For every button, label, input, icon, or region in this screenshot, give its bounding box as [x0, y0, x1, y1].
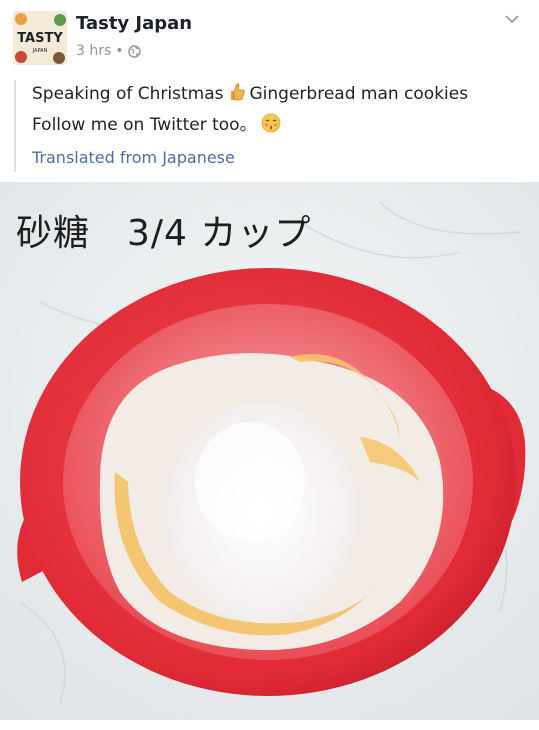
logo-text: TASTY — [17, 31, 63, 46]
message-text-1a: Speaking of Christmas — [32, 84, 224, 104]
message-line-1: Speaking of Christmas Gingerbread man coo… — [32, 80, 524, 111]
message-text-2: Follow me on Twitter too。 — [32, 115, 257, 135]
page-avatar[interactable]: TASTY JAPAN — [13, 11, 67, 65]
tasty-logo: TASTY JAPAN — [13, 11, 67, 65]
post-meta: 3 hrs • — [76, 43, 141, 59]
thumbs-up-emoji-icon — [228, 82, 246, 111]
logo-subtext: JAPAN — [32, 48, 48, 54]
post-header: TASTY JAPAN Tasty Japan 3 hrs • — [0, 0, 539, 80]
translated-from-link[interactable]: Translated from Japanese — [32, 148, 524, 167]
post-time[interactable]: 3 hrs — [76, 43, 111, 59]
photo-caption: 砂糖 3/4 カップ — [16, 213, 312, 254]
globe-icon — [127, 44, 141, 58]
message-text-1b: Gingerbread man cookies — [249, 84, 469, 104]
mixing-bowl-photo — [0, 182, 539, 720]
chevron-down-icon[interactable] — [503, 10, 521, 28]
message-line-2: Follow me on Twitter too。 — [32, 111, 524, 142]
post-message: Speaking of Christmas Gingerbread man coo… — [14, 80, 524, 172]
page-name[interactable]: Tasty Japan — [76, 13, 192, 34]
post-photo[interactable]: 砂糖 3/4 カップ — [0, 182, 539, 720]
kissing-face-emoji-icon — [261, 113, 281, 142]
meta-separator: • — [115, 43, 124, 59]
